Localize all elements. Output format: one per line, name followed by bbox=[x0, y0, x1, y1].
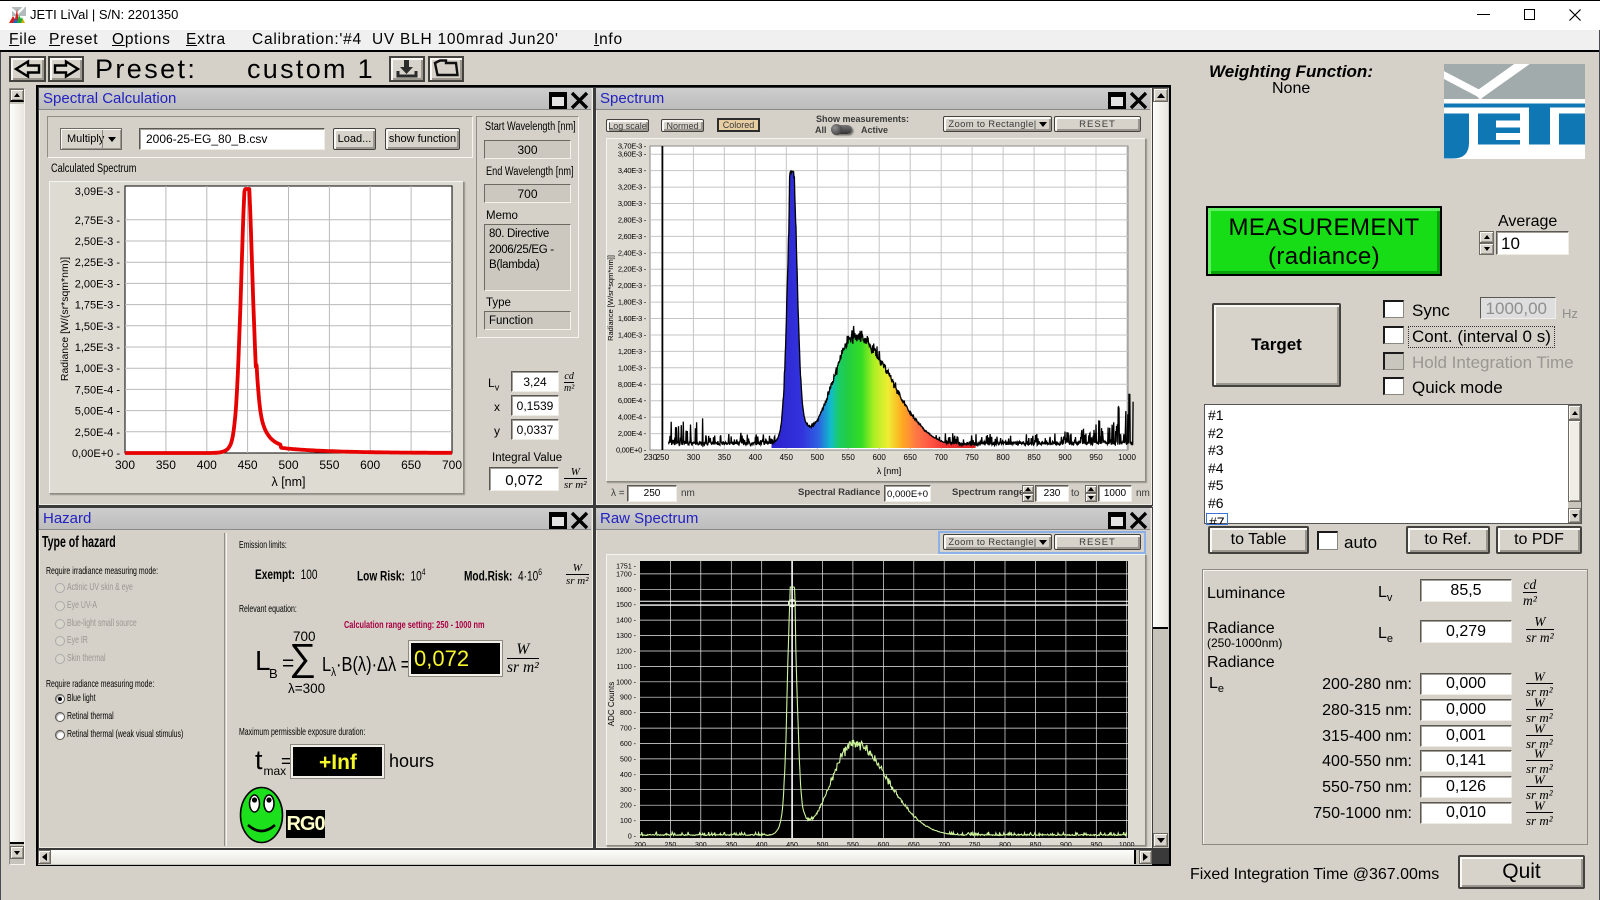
svg-text:2,50E-4 -: 2,50E-4 - bbox=[75, 427, 121, 439]
svg-text:500 -: 500 - bbox=[620, 756, 637, 763]
svg-text:1,40E-3 -: 1,40E-3 - bbox=[618, 331, 647, 340]
svg-text:350: 350 bbox=[718, 453, 732, 462]
svg-text:2,80E-3 -: 2,80E-3 - bbox=[618, 215, 647, 224]
svg-text:1751 -: 1751 - bbox=[616, 564, 637, 571]
svg-text:8,00E-4 -: 8,00E-4 - bbox=[618, 380, 647, 389]
svg-text:400: 400 bbox=[749, 453, 763, 462]
svg-text:950: 950 bbox=[1090, 842, 1102, 846]
svg-text:200: 200 bbox=[634, 842, 646, 846]
svg-text:700: 700 bbox=[442, 458, 462, 472]
svg-text:400: 400 bbox=[756, 842, 768, 846]
svg-text:1,00E-3 -: 1,00E-3 - bbox=[75, 363, 121, 375]
svg-text:250: 250 bbox=[656, 453, 670, 462]
svg-text:1100 -: 1100 - bbox=[617, 664, 637, 671]
svg-text:2,60E-3 -: 2,60E-3 - bbox=[618, 232, 647, 241]
svg-text:1,00E-3 -: 1,00E-3 - bbox=[618, 363, 647, 372]
svg-text:1,25E-3 -: 1,25E-3 - bbox=[75, 342, 121, 354]
svg-text:550: 550 bbox=[847, 842, 859, 846]
svg-text:2,25E-3 -: 2,25E-3 - bbox=[75, 257, 121, 269]
svg-text:0 -: 0 - bbox=[628, 834, 637, 841]
svg-text:550: 550 bbox=[319, 458, 339, 472]
svg-text:1600 -: 1600 - bbox=[616, 587, 637, 594]
svg-text:850: 850 bbox=[1030, 842, 1042, 846]
svg-text:λ [nm]: λ [nm] bbox=[877, 466, 902, 476]
svg-text:2,00E-3 -: 2,00E-3 - bbox=[75, 278, 121, 290]
svg-text:400 -: 400 - bbox=[620, 772, 637, 779]
svg-text:Radiance [W/sr*sqm*nm]]: Radiance [W/sr*sqm*nm]] bbox=[606, 255, 615, 341]
svg-text:800: 800 bbox=[999, 842, 1011, 846]
svg-text:1000: 1000 bbox=[1119, 842, 1135, 846]
svg-text:300: 300 bbox=[687, 453, 701, 462]
svg-text:7,50E-4 -: 7,50E-4 - bbox=[75, 384, 121, 396]
svg-text:1700 -: 1700 - bbox=[616, 571, 637, 578]
svg-text:450: 450 bbox=[786, 842, 798, 846]
svg-text:300 -: 300 - bbox=[620, 787, 637, 794]
svg-text:1,60E-3 -: 1,60E-3 - bbox=[618, 314, 647, 323]
svg-text:2,00E-4 -: 2,00E-4 - bbox=[618, 429, 647, 438]
svg-text:700: 700 bbox=[935, 453, 949, 462]
svg-text:500: 500 bbox=[811, 453, 825, 462]
svg-text:550: 550 bbox=[842, 453, 856, 462]
svg-text:1,20E-3 -: 1,20E-3 - bbox=[618, 347, 647, 356]
svg-text:6,00E-4 -: 6,00E-4 - bbox=[618, 396, 647, 405]
svg-text:600: 600 bbox=[873, 453, 887, 462]
svg-text:4,00E-4 -: 4,00E-4 - bbox=[618, 413, 647, 422]
svg-text:400: 400 bbox=[197, 458, 217, 472]
svg-text:1,80E-3 -: 1,80E-3 - bbox=[618, 298, 647, 307]
svg-text:λ [nm]: λ [nm] bbox=[271, 475, 305, 489]
svg-text:450: 450 bbox=[780, 453, 794, 462]
svg-text:5,00E-4 -: 5,00E-4 - bbox=[75, 406, 121, 418]
svg-text:2,40E-3 -: 2,40E-3 - bbox=[618, 248, 647, 257]
svg-text:350: 350 bbox=[725, 842, 737, 846]
svg-text:700 -: 700 - bbox=[620, 726, 637, 733]
svg-text:1300 -: 1300 - bbox=[616, 633, 637, 640]
svg-text:900: 900 bbox=[1058, 453, 1072, 462]
svg-text:800 -: 800 - bbox=[620, 710, 637, 717]
svg-text:500: 500 bbox=[278, 458, 298, 472]
svg-text:700: 700 bbox=[938, 842, 950, 846]
svg-text:1400 -: 1400 - bbox=[616, 618, 637, 625]
svg-text:600: 600 bbox=[878, 842, 890, 846]
svg-text:ADC Counts: ADC Counts bbox=[607, 682, 616, 726]
svg-text:750: 750 bbox=[965, 453, 979, 462]
svg-text:350: 350 bbox=[156, 458, 176, 472]
svg-text:3,20E-3 -: 3,20E-3 - bbox=[618, 183, 647, 192]
svg-text:3,70E-3 -: 3,70E-3 - bbox=[618, 142, 647, 151]
svg-text:2,75E-3 -: 2,75E-3 - bbox=[75, 215, 121, 227]
svg-text:850: 850 bbox=[1027, 453, 1041, 462]
svg-text:900 -: 900 - bbox=[620, 695, 637, 702]
svg-text:1500 -: 1500 - bbox=[616, 602, 637, 609]
svg-text:750: 750 bbox=[969, 842, 981, 846]
svg-text:650: 650 bbox=[904, 453, 918, 462]
svg-text:950: 950 bbox=[1089, 453, 1103, 462]
svg-text:1,50E-3 -: 1,50E-3 - bbox=[75, 321, 121, 333]
svg-text:600: 600 bbox=[360, 458, 380, 472]
svg-text:1200 -: 1200 - bbox=[616, 649, 637, 656]
svg-text:3,00E-3 -: 3,00E-3 - bbox=[618, 199, 647, 208]
svg-text:2,00E-3 -: 2,00E-3 - bbox=[618, 281, 647, 290]
svg-text:2,50E-3 -: 2,50E-3 - bbox=[75, 236, 121, 248]
svg-text:2,20E-3 -: 2,20E-3 - bbox=[618, 265, 647, 274]
svg-text:0,00E+0 -: 0,00E+0 - bbox=[72, 448, 120, 460]
svg-text:600 -: 600 - bbox=[620, 741, 637, 748]
svg-text:900: 900 bbox=[1060, 842, 1072, 846]
svg-text:1,75E-3 -: 1,75E-3 - bbox=[75, 300, 121, 312]
svg-text:650: 650 bbox=[908, 842, 920, 846]
svg-text:800: 800 bbox=[996, 453, 1010, 462]
svg-text:650: 650 bbox=[401, 458, 421, 472]
svg-text:1000 -: 1000 - bbox=[616, 679, 637, 686]
svg-text:500: 500 bbox=[817, 842, 829, 846]
svg-text:250: 250 bbox=[665, 842, 677, 846]
svg-text:450: 450 bbox=[238, 458, 258, 472]
svg-text:3,40E-3 -: 3,40E-3 - bbox=[618, 166, 647, 175]
svg-text:200 -: 200 - bbox=[620, 803, 637, 810]
svg-text:300: 300 bbox=[695, 842, 707, 846]
svg-text:3,60E-3 -: 3,60E-3 - bbox=[618, 150, 647, 159]
svg-text:3,09E-3 -: 3,09E-3 - bbox=[75, 186, 121, 198]
svg-text:0,00E+0 -: 0,00E+0 - bbox=[616, 446, 647, 455]
svg-text:100 -: 100 - bbox=[620, 818, 637, 825]
svg-text:Radiance [W/(sr*sqm*nm)]: Radiance [W/(sr*sqm*nm)] bbox=[59, 257, 71, 381]
svg-text:300: 300 bbox=[115, 458, 135, 472]
svg-text:1000: 1000 bbox=[1118, 453, 1136, 462]
